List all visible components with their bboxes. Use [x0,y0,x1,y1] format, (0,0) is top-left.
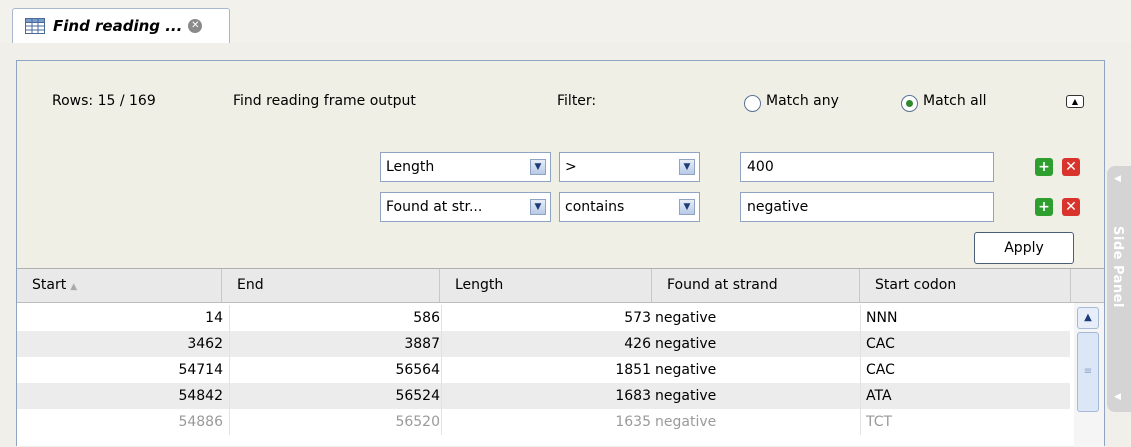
rule-1-field: Length [386,159,435,175]
table-body: 14 586 573 negative NNN 3462 3887 426 ne… [17,303,1070,447]
column-header-label: Start [32,277,67,293]
rule-2-operator: contains [565,199,625,215]
table-row[interactable]: 54842 56524 1683 negative ATA [17,383,1070,409]
cell-start: 14 [205,310,223,326]
sort-ascending-icon: ▲ [70,282,78,292]
rule-2-operator-select[interactable]: contains ▼ [559,192,700,222]
column-header-start[interactable]: Start ▲ [17,269,222,302]
column-header-label: Found at strand [667,277,778,293]
cell-start: 54714 [178,362,223,378]
chevron-down-icon: ▼ [679,199,695,215]
remove-rule-icon[interactable]: ✕ [1062,158,1080,176]
scrollbar-thumb[interactable]: ≡ [1077,332,1099,412]
scroll-up-icon[interactable]: ▲ [1077,307,1099,329]
column-header-label: Start codon [875,277,957,293]
table-row[interactable]: 3462 3887 426 negative CAC [17,331,1070,357]
rule-2-field-select[interactable]: Found at str... ▼ [380,192,551,222]
cell-end: 3887 [404,336,440,352]
close-icon[interactable]: ✕ [188,19,203,33]
cell-codon: CAC [866,336,895,352]
chevron-down-icon: ▼ [530,199,546,215]
chevron-down-icon: ▼ [530,159,546,175]
vertical-scrollbar[interactable]: ▲ ≡ [1074,303,1104,447]
cell-strand: negative [655,362,717,378]
cell-codon: ATA [866,388,892,404]
column-header-codon[interactable]: Start codon [860,269,1071,302]
filter-panel: Rows: 15 / 169 Find reading frame output… [17,61,1104,269]
cell-length: 426 [624,336,651,352]
collapse-left-icon: ◀ [1114,174,1121,184]
cell-strand: negative [655,414,717,430]
table-header: Start ▲ End Length Found at strand Start … [17,269,1104,303]
filter-label: Filter: [557,93,597,109]
cell-end: 56524 [395,388,440,404]
add-rule-icon[interactable]: + [1035,158,1053,176]
cell-strand: negative [655,336,717,352]
apply-button[interactable]: Apply [974,232,1074,264]
rows-count: Rows: 15 / 169 [52,93,156,109]
table-row[interactable]: 54714 56564 1851 negative CAC [17,357,1070,383]
cell-length: 1635 [615,414,651,430]
side-panel-label: Side Panel [1110,226,1125,308]
remove-rule-icon[interactable]: ✕ [1062,198,1080,216]
column-header-length[interactable]: Length [440,269,652,302]
column-header-end[interactable]: End [222,269,440,302]
column-header-label: End [237,277,264,293]
match-all-label: Match all [923,93,987,109]
rule-1-operator: > [565,159,577,175]
tab-find-reading[interactable]: Find reading ... ✕ [12,8,230,43]
cell-length: 1851 [615,362,651,378]
cell-strand: negative [655,388,717,404]
table-row[interactable]: 14 586 573 negative NNN [17,305,1070,331]
cell-length: 573 [624,310,651,326]
rule-1-value-input[interactable]: 400 [740,152,994,182]
collapse-left-icon: ◀ [1114,392,1121,402]
tab-title: Find reading ... [53,17,183,35]
add-rule-icon[interactable]: + [1035,198,1053,216]
cell-end: 56520 [395,414,440,430]
cell-codon: TCT [866,414,893,430]
rule-2-field: Found at str... [386,199,483,215]
table-icon [25,18,45,34]
tab-bar: Find reading ... ✕ [0,0,1131,43]
match-all-radio[interactable] [901,95,918,112]
cell-end: 56564 [395,362,440,378]
match-any-label: Match any [766,93,839,109]
cell-end: 586 [413,310,440,326]
cell-start: 3462 [187,336,223,352]
table-row[interactable]: 54886 56520 1635 negative TCT [17,409,1070,435]
table-view-frame: Rows: 15 / 169 Find reading frame output… [16,60,1105,447]
cell-start: 54842 [178,388,223,404]
chevron-down-icon: ▼ [679,159,695,175]
column-header-label: Length [455,277,504,293]
side-panel-toggle[interactable]: ◀ Side Panel ◀ [1107,166,1131,412]
match-any-radio[interactable] [744,95,761,112]
cell-codon: NNN [866,310,898,326]
table-name: Find reading frame output [233,93,416,109]
rule-2-value: negative [747,199,809,215]
cell-codon: CAC [866,362,895,378]
column-header-strand[interactable]: Found at strand [652,269,860,302]
cell-length: 1683 [615,388,651,404]
rule-1-field-select[interactable]: Length ▼ [380,152,551,182]
rule-1-operator-select[interactable]: > ▼ [559,152,700,182]
rule-1-value: 400 [747,159,774,175]
cell-strand: negative [655,310,717,326]
rule-2-value-input[interactable]: negative [740,192,994,222]
cell-start: 54886 [178,414,223,430]
collapse-filter-button[interactable]: ▲ [1066,95,1084,108]
